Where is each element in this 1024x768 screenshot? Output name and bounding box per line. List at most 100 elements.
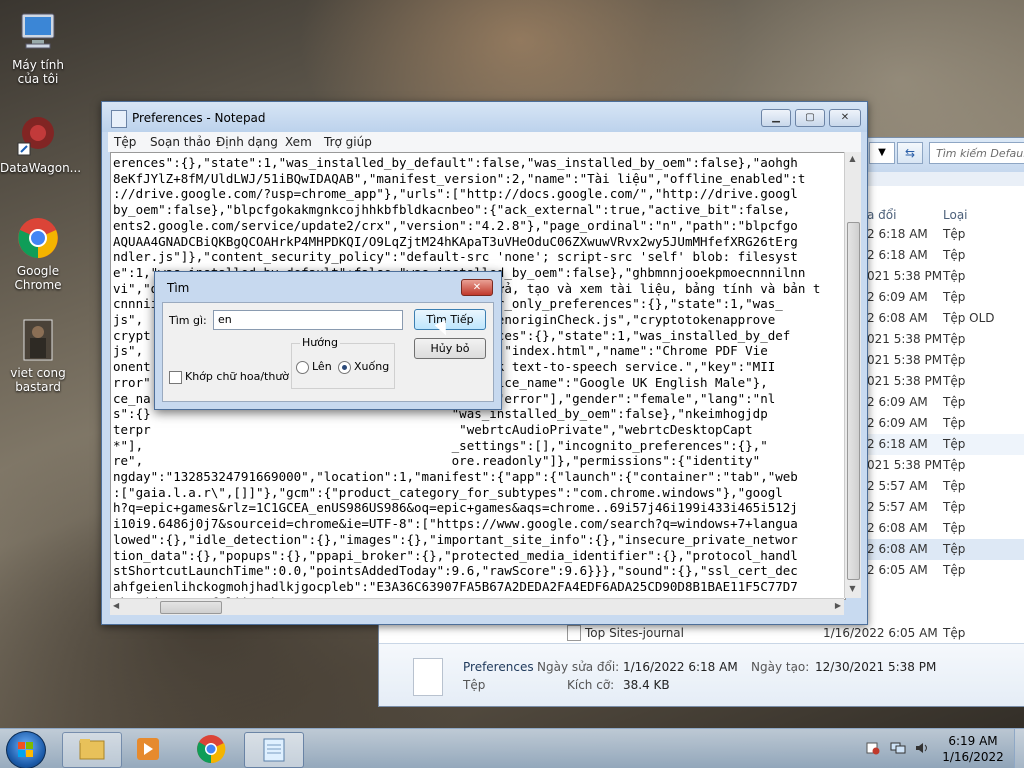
file-date: 2 6:09 AM <box>867 290 928 304</box>
clock-date[interactable]: 1/16/2022 <box>938 750 1008 764</box>
details-pane: Preferences Tệp Ngày sửa đổi: 1/16/2022 … <box>379 643 1024 706</box>
direction-label: Hướng <box>300 336 340 349</box>
desktop-icon-chrome[interactable]: Google Chrome <box>0 216 76 292</box>
text-line: ngday":"13285324791669000","location":1,… <box>113 469 798 485</box>
file-date: 2 6:08 AM <box>867 542 928 556</box>
text-line: tion_data":{},"popups":{},"ppapi_broker"… <box>113 547 798 563</box>
scroll-left-arrow-icon[interactable]: ◀ <box>113 601 119 610</box>
file-date: 1/16/2022 6:05 AM <box>823 626 938 640</box>
find-dialog[interactable]: Tìm ✕ Tìm gì: en Tìm Tiếp Hủy bỏ Hướng L… <box>154 271 502 410</box>
desktop-icon-photo[interactable]: viet cong bastard <box>0 318 76 394</box>
file-type: Tệp <box>943 437 966 451</box>
menu-file[interactable]: Tệp <box>114 135 136 149</box>
datawagon-icon <box>16 113 60 157</box>
file-type: Tệp <box>943 500 966 514</box>
menu-help[interactable]: Trợ giúp <box>324 135 372 149</box>
folder-icon <box>79 739 105 760</box>
file-type: Tệp <box>943 458 966 472</box>
down-radio[interactable] <box>338 361 351 374</box>
direction-group: Hướng Lên Xuống <box>291 336 395 389</box>
action-center-icon[interactable] <box>866 741 880 755</box>
desktop-icon-datawagon[interactable]: DataWagon... <box>0 113 81 175</box>
text-line: ahfgeienlihckogmohjhadlkjgocpleb":"E3A36… <box>113 578 798 594</box>
file-date: 2 6:09 AM <box>867 395 928 409</box>
file-type: Tệp <box>943 227 966 241</box>
text-line: ndler.js"]},"content_security_policy":"d… <box>113 249 798 265</box>
network-icon[interactable] <box>890 741 906 755</box>
file-type: Tệp <box>943 542 966 556</box>
taskbar-chrome[interactable] <box>182 732 240 766</box>
volume-icon[interactable] <box>914 741 930 755</box>
taskbar-notepad[interactable] <box>244 732 304 768</box>
clock-time[interactable]: 6:19 AM <box>938 734 1008 748</box>
horizontal-scrollbar[interactable]: ◀ ▶ <box>110 598 844 615</box>
file-large-icon <box>413 658 443 696</box>
hscroll-thumb[interactable] <box>160 601 222 614</box>
window-title: Preferences - Notepad <box>132 111 266 125</box>
windows-logo-icon <box>18 742 33 757</box>
notepad-titlebar[interactable]: Preferences - Notepad ▁ ▢ ✕ <box>102 102 867 132</box>
menu-view[interactable]: Xem <box>285 135 312 149</box>
file-type: Tệp <box>943 626 966 640</box>
find-what-label: Tìm gì: <box>169 314 207 327</box>
close-button[interactable]: ✕ <box>829 109 861 127</box>
file-date: 021 5:38 PM <box>867 353 943 367</box>
desktop-icon-computer[interactable]: Máy tính của tôi <box>0 10 76 86</box>
file-date: 2 6:18 AM <box>867 248 928 262</box>
modified-value: 1/16/2022 6:18 AM <box>623 660 738 674</box>
match-case-label: Khớp chữ hoa/thường <box>185 370 289 383</box>
file-date: 2 6:05 AM <box>867 563 928 577</box>
text-line: by_oem":false},"blpcfgokakmgnkcojhhkbfbl… <box>113 202 791 218</box>
cancel-button[interactable]: Hủy bỏ <box>414 338 486 359</box>
search-input[interactable]: Tìm kiếm Default <box>929 142 1024 164</box>
file-type: Tệp <box>943 374 966 388</box>
up-radio[interactable] <box>296 361 309 374</box>
menu-bar: Tệp Soạn thảo Định dạng Xem Trợ giúp <box>108 132 861 152</box>
match-case-checkbox[interactable] <box>169 371 182 384</box>
file-type: Tệp <box>943 479 966 493</box>
text-line: ://drive.google.com/?usp=chrome_app"},"u… <box>113 186 798 202</box>
taskbar-explorer[interactable] <box>62 732 122 768</box>
scroll-up-arrow-icon[interactable]: ▲ <box>847 154 858 166</box>
maximize-button[interactable]: ▢ <box>795 109 825 127</box>
menu-format[interactable]: Định dạng <box>216 135 278 149</box>
file-date: 021 5:38 PM <box>867 374 943 388</box>
file-date: 021 5:38 PM <box>867 458 943 472</box>
file-name: Top Sites-journal <box>585 626 684 640</box>
photo-icon <box>16 318 60 362</box>
file-row[interactable]: Top Sites-journal 1/16/2022 6:05 AM Tệp <box>379 623 1024 644</box>
file-type: Tệp <box>943 290 966 304</box>
file-date: 2 6:09 AM <box>867 416 928 430</box>
file-date: 021 5:38 PM <box>867 269 943 283</box>
down-label: Xuống <box>354 360 390 373</box>
file-type: Tệp <box>943 416 966 430</box>
notepad-icon <box>263 738 285 762</box>
scroll-right-arrow-icon[interactable]: ▶ <box>835 601 841 610</box>
show-desktop-button[interactable] <box>1014 729 1024 768</box>
size-label: Kích cỡ: <box>567 678 615 692</box>
find-dialog-title: Tìm <box>167 281 190 295</box>
file-date: 021 5:38 PM <box>867 332 943 346</box>
refresh-button[interactable]: ⇆ <box>897 142 923 164</box>
minimize-button[interactable]: ▁ <box>761 109 791 127</box>
scroll-thumb[interactable] <box>847 222 860 580</box>
text-line: *"], _settings":[],"incognito_preference… <box>113 437 768 453</box>
radio-selected-dot <box>342 365 347 370</box>
find-next-button[interactable]: Tìm Tiếp <box>414 309 486 330</box>
text-line: terpr "webrtcAudioPrivate","webrtcDeskto… <box>113 421 753 437</box>
file-type: Tệp <box>943 521 966 535</box>
file-type: Tệp <box>943 269 966 283</box>
taskbar-media-player[interactable] <box>120 732 178 766</box>
find-what-input[interactable]: en <box>213 310 403 330</box>
notepad-app-icon <box>111 110 127 128</box>
modified-label: Ngày sửa đổi: <box>537 660 620 674</box>
start-button[interactable] <box>6 731 46 768</box>
vertical-scrollbar[interactable]: ▲ ▼ <box>844 152 861 598</box>
find-close-button[interactable]: ✕ <box>461 279 493 296</box>
file-type: Tệp <box>943 395 966 409</box>
address-dropdown-button[interactable]: ▼ <box>869 142 895 164</box>
file-type: Tệp <box>943 563 966 577</box>
file-date: 2 6:08 AM <box>867 311 928 325</box>
menu-edit[interactable]: Soạn thảo <box>150 135 211 149</box>
scroll-down-arrow-icon[interactable]: ▼ <box>847 584 858 596</box>
